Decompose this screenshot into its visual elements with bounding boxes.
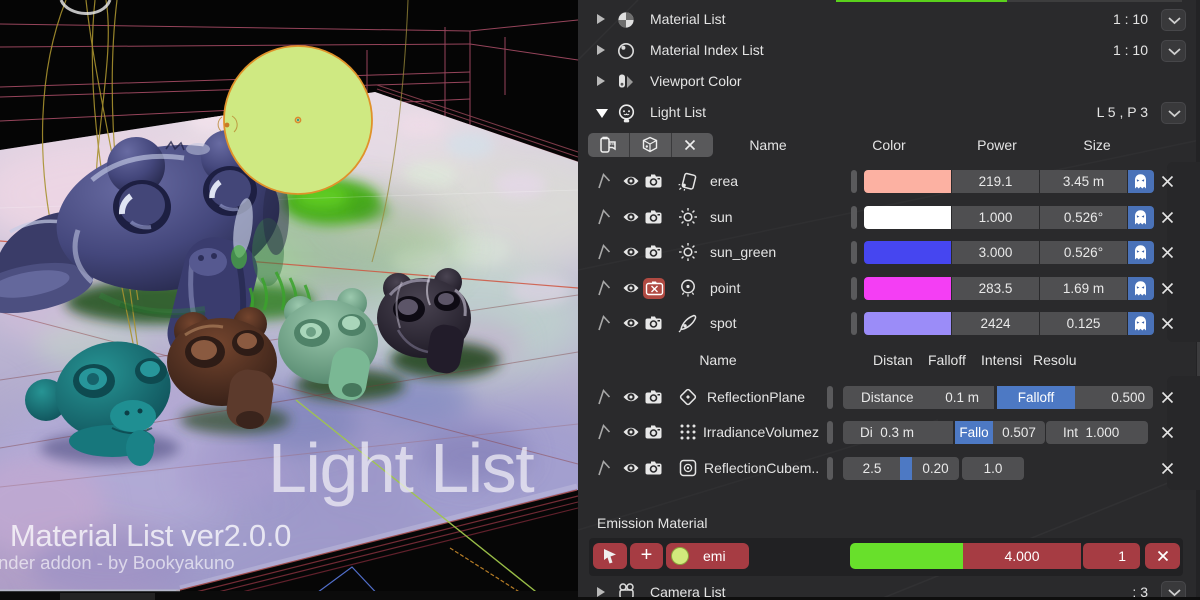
svg-text:l Material List ver2.0.0: l Material List ver2.0.0 <box>0 518 291 553</box>
svg-text:Light List: Light List <box>268 429 534 507</box>
svg-text:nder addon - by Bookyakuno: nder addon - by Bookyakuno <box>0 552 235 573</box>
